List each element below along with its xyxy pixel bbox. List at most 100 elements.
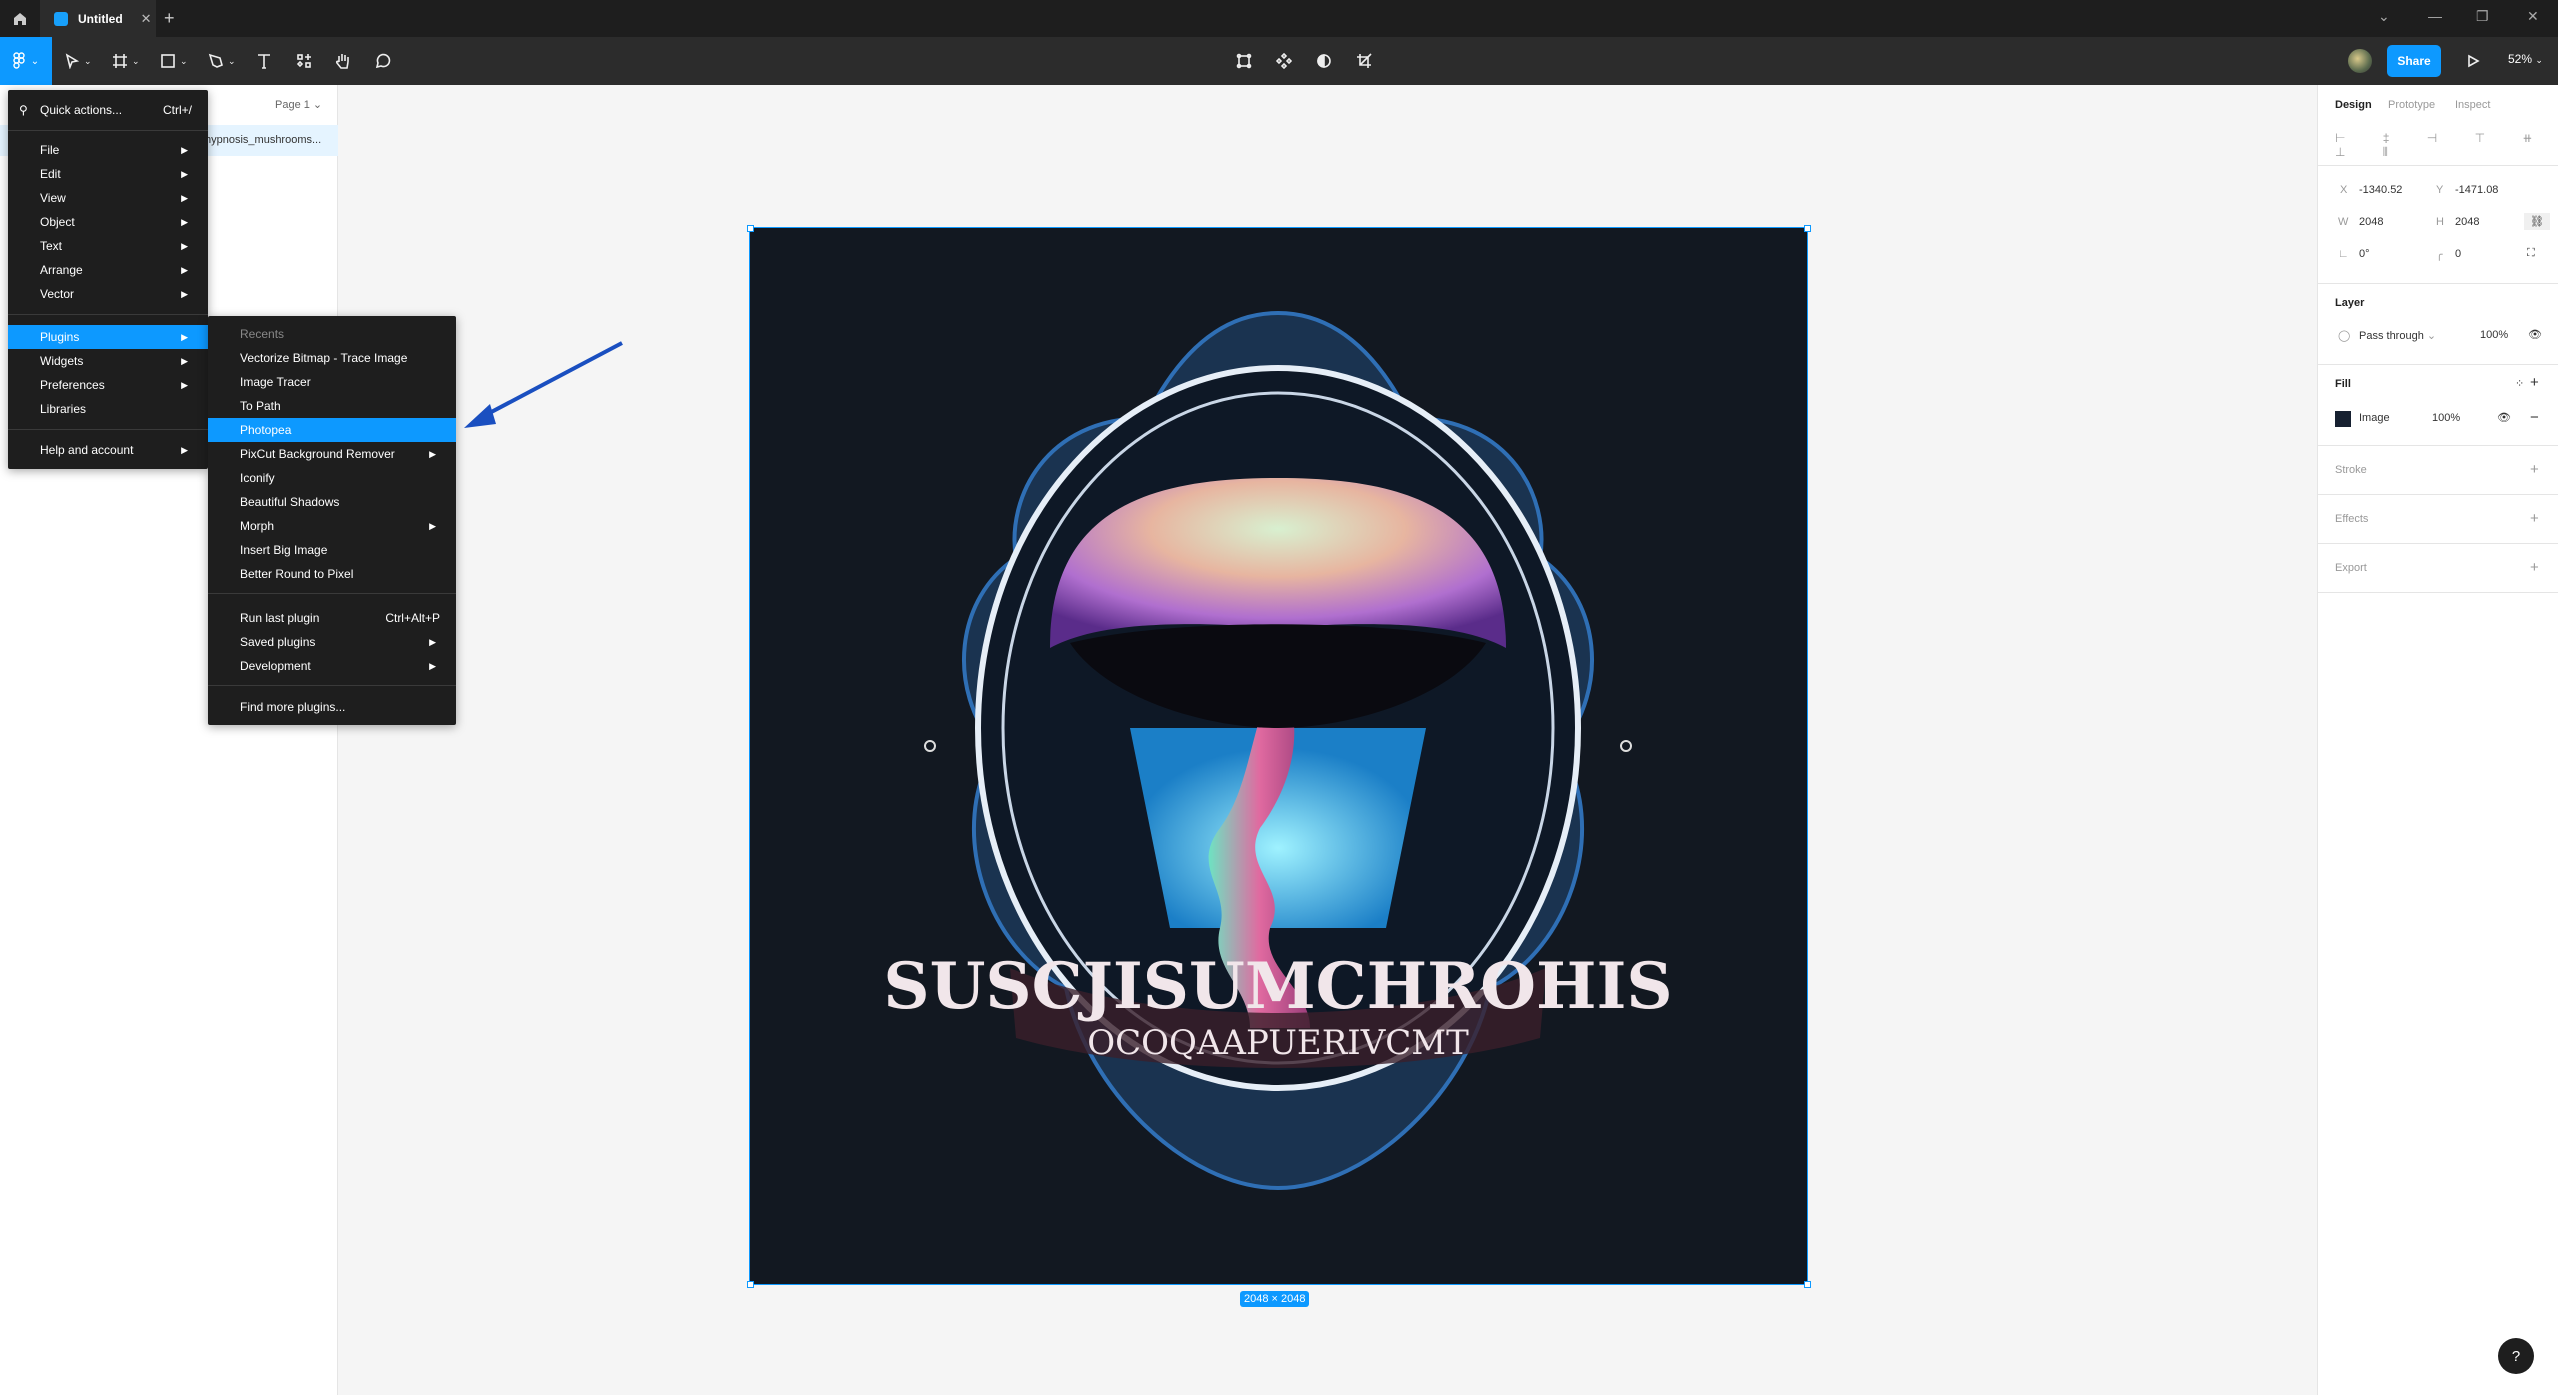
hand-tool[interactable] <box>335 37 351 85</box>
minimize-icon[interactable]: — <box>2428 8 2442 24</box>
tab-prototype[interactable]: Prototype <box>2388 99 2435 111</box>
image-frame[interactable]: SUSCJISUMCHROHIS OCOQAAPUERIVCMT <box>749 227 1808 1285</box>
corner-radius-input[interactable]: 0 <box>2455 248 2461 260</box>
frame-selection-button[interactable] <box>1236 37 1252 85</box>
menu-item-vector[interactable]: Vector ▶ <box>8 282 208 306</box>
zoom-dropdown[interactable]: 52% ⌄ <box>2508 52 2543 66</box>
menu-item-find-more-plugins[interactable]: Find more plugins... <box>208 695 456 719</box>
menu-item-better-round-to-pixel[interactable]: Better Round to Pixel <box>208 562 456 586</box>
page-selector[interactable]: Page 1 ⌄ <box>275 98 322 111</box>
menu-item-saved-plugins[interactable]: Saved plugins ▶ <box>208 630 456 654</box>
main-menu-button[interactable]: ⌄ <box>0 37 52 85</box>
menu-item-pixcut-background-remover[interactable]: PixCut Background Remover ▶ <box>208 442 456 466</box>
fill-opacity-input[interactable]: 100% <box>2432 412 2460 424</box>
share-button[interactable]: Share <box>2387 45 2441 77</box>
divider <box>2318 283 2558 284</box>
divider <box>8 130 208 131</box>
add-fill-icon[interactable]: + <box>2530 374 2539 391</box>
divider <box>2318 592 2558 593</box>
menu-item-preferences[interactable]: Preferences ▶ <box>8 373 208 397</box>
add-effect-icon[interactable]: + <box>2530 510 2539 527</box>
resize-handle[interactable] <box>747 225 754 232</box>
resize-handle[interactable] <box>1804 225 1811 232</box>
resize-handle[interactable] <box>1804 1281 1811 1288</box>
remove-fill-icon[interactable]: − <box>2530 409 2539 426</box>
menu-item-to-path[interactable]: To Path <box>208 394 456 418</box>
pen-tool[interactable]: ⌄ <box>208 37 236 85</box>
constrain-proportions-icon[interactable]: ⛓ <box>2524 213 2550 230</box>
menu-item-insert-big-image[interactable]: Insert Big Image <box>208 538 456 562</box>
eye-icon[interactable]: 👁 <box>2497 411 2511 424</box>
chevron-down-icon: ⌄ <box>30 55 40 67</box>
menu-item-run-last-plugin[interactable]: Run last plugin Ctrl+Alt+P <box>208 606 456 630</box>
menu-item-development[interactable]: Development ▶ <box>208 654 456 678</box>
divider <box>2318 364 2558 365</box>
menu-item-text[interactable]: Text ▶ <box>8 234 208 258</box>
menu-item-morph[interactable]: Morph ▶ <box>208 514 456 538</box>
main-menu: ⚲ Quick actions... Ctrl+/ File ▶ Edit ▶ View… <box>8 90 208 469</box>
crop-button[interactable] <box>1356 37 1372 85</box>
hand-icon <box>335 54 349 69</box>
menu-item-widgets[interactable]: Widgets ▶ <box>8 349 208 373</box>
submenu-arrow-icon: ▶ <box>181 331 188 342</box>
menu-item-iconify[interactable]: Iconify <box>208 466 456 490</box>
shape-tool[interactable]: ⌄ <box>160 37 188 85</box>
mask-button[interactable] <box>1316 37 1332 85</box>
eye-icon[interactable]: 👁 <box>2528 328 2542 341</box>
styles-icon[interactable]: ⁘ <box>2515 377 2524 390</box>
menu-item-file[interactable]: File ▶ <box>8 138 208 162</box>
x-input[interactable]: -1340.52 <box>2359 184 2402 196</box>
menu-item-plugins[interactable]: Plugins ▶ <box>8 325 208 349</box>
tab-untitled[interactable]: Untitled ✕ <box>40 0 156 37</box>
new-tab-button[interactable]: + <box>164 8 175 29</box>
menu-item-view[interactable]: View ▶ <box>8 186 208 210</box>
close-tab-icon[interactable]: ✕ <box>141 11 152 27</box>
width-input[interactable]: 2048 <box>2359 216 2383 228</box>
menu-item-edit[interactable]: Edit ▶ <box>8 162 208 186</box>
home-button[interactable] <box>0 0 40 37</box>
present-button[interactable] <box>2466 37 2480 85</box>
comment-tool[interactable] <box>374 37 392 85</box>
menu-item-label: Quick actions... <box>40 103 123 117</box>
blend-mode-dropdown[interactable]: Pass through ⌄ <box>2359 329 2436 342</box>
add-stroke-icon[interactable]: + <box>2530 461 2539 478</box>
y-input[interactable]: -1471.08 <box>2455 184 2498 196</box>
menu-item-beautiful-shadows[interactable]: Beautiful Shadows <box>208 490 456 514</box>
component-button[interactable] <box>1276 37 1292 85</box>
alignment-tools[interactable]: ⊢ ‡ ⊣ ⊤ ⧺ ⊥ ⫴ <box>2335 131 2558 160</box>
tab-design[interactable]: Design <box>2335 99 2372 111</box>
menu-item-label: Object <box>40 215 75 229</box>
add-export-icon[interactable]: + <box>2530 559 2539 576</box>
close-window-icon[interactable]: ✕ <box>2527 8 2539 25</box>
independent-corners-icon[interactable]: ⛶ <box>2527 247 2535 260</box>
menu-item-label: Libraries <box>40 402 87 416</box>
menu-item-label: Help and account <box>40 443 134 457</box>
rotation-input[interactable]: 0° <box>2359 248 2370 260</box>
tab-inspect[interactable]: Inspect <box>2455 99 2490 111</box>
divider <box>2318 165 2558 166</box>
layer-opacity-input[interactable]: 100% <box>2480 329 2508 341</box>
avatar[interactable] <box>2348 49 2372 73</box>
text-tool[interactable] <box>256 37 272 85</box>
menu-item-label: Insert Big Image <box>240 543 328 557</box>
menu-item-label: To Path <box>240 399 281 413</box>
restore-icon[interactable]: ❐ <box>2476 8 2489 25</box>
menu-item-arrange[interactable]: Arrange ▶ <box>8 258 208 282</box>
menu-item-vectorize-bitmap-trace-image[interactable]: Vectorize Bitmap - Trace Image <box>208 346 456 370</box>
help-button[interactable]: ? <box>2498 1338 2534 1374</box>
frame-tool[interactable]: ⌄ <box>112 37 140 85</box>
menu-item-object[interactable]: Object ▶ <box>8 210 208 234</box>
menu-item-image-tracer[interactable]: Image Tracer <box>208 370 456 394</box>
resources-tool[interactable] <box>296 37 312 85</box>
height-input[interactable]: 2048 <box>2455 216 2479 228</box>
image-thumbnail[interactable] <box>2335 411 2351 427</box>
chevron-down-icon: ⌄ <box>84 55 92 66</box>
menu-item-photopea[interactable]: Photopea <box>208 418 456 442</box>
resize-handle[interactable] <box>747 1281 754 1288</box>
menu-item-help-and-account[interactable]: Help and account ▶ <box>8 438 208 462</box>
menu-item-quick-actions[interactable]: ⚲ Quick actions... Ctrl+/ <box>8 98 208 122</box>
move-tool[interactable]: ⌄ <box>64 37 92 85</box>
menu-item-libraries[interactable]: Libraries <box>8 397 208 421</box>
fill-type[interactable]: Image <box>2359 412 2390 424</box>
chevron-down-icon[interactable]: ⌄ <box>2378 8 2390 25</box>
